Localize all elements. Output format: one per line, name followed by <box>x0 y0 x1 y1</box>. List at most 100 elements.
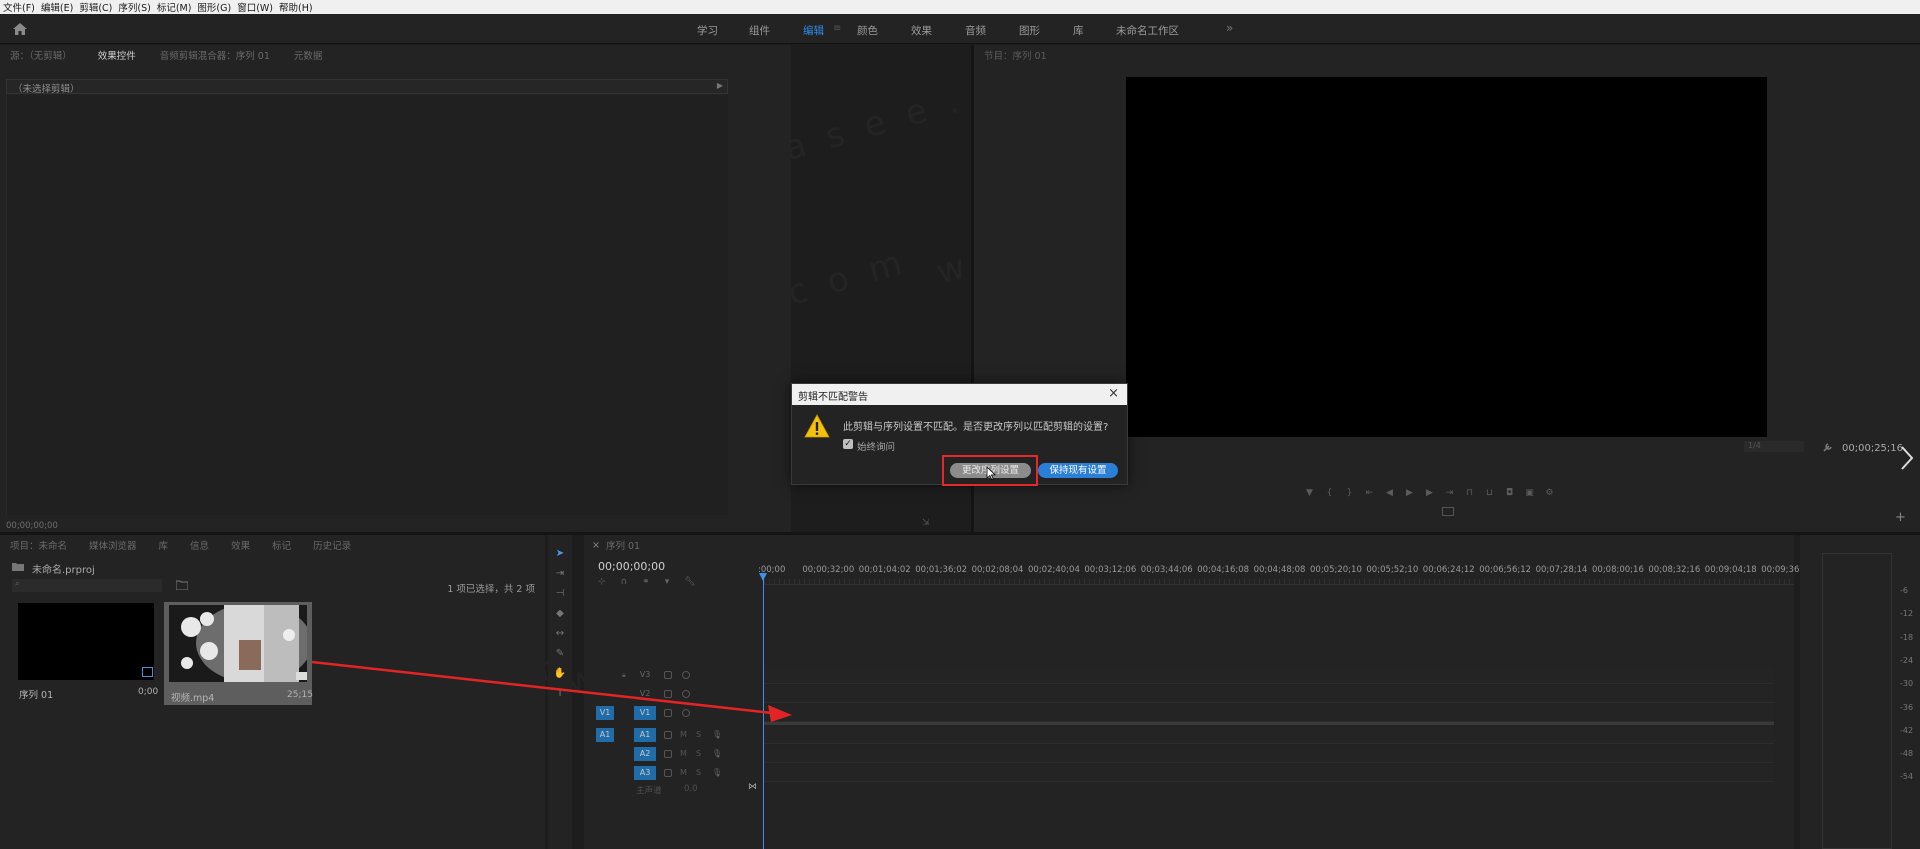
workspace-graphics[interactable]: 图形 <box>1019 23 1040 38</box>
tab-effect-controls[interactable]: 效果控件 <box>98 48 136 62</box>
snap-icon[interactable]: ∩ <box>621 577 628 587</box>
add-marker-icon[interactable]: ▼ <box>1304 488 1315 499</box>
ripple-edit-tool-icon[interactable]: ⊣ <box>553 587 567 601</box>
mute-button[interactable]: M <box>680 728 687 742</box>
workspace-untitled[interactable]: 未命名工作区 <box>1116 23 1179 38</box>
selection-tool-icon[interactable]: ➤ <box>553 547 567 561</box>
time-ruler[interactable]: :00;00 00;00;32;00 00;01;04;02 00;01;36;02 0… <box>758 565 1813 587</box>
add-marker-icon[interactable]: ▾ <box>665 577 670 587</box>
microphone-icon[interactable]: 🎙︎ <box>712 728 722 742</box>
mute-button[interactable]: M <box>680 747 687 761</box>
bin-icon[interactable] <box>176 580 188 590</box>
pen-tool-icon[interactable]: ✎ <box>553 647 567 661</box>
tab-sequence[interactable]: 序列 01 <box>606 538 640 552</box>
workspace-editing[interactable]: 编辑 <box>803 23 824 38</box>
sync-lock-icon[interactable] <box>664 671 672 679</box>
tab-audio-clip-mixer[interactable]: 音频剪辑混合器：序列 01 <box>160 48 270 62</box>
solo-button[interactable]: S <box>696 766 701 780</box>
settings-icon[interactable]: ⚙ <box>1544 488 1555 499</box>
step-back-icon[interactable]: ◀ <box>1384 488 1395 499</box>
lock-icon[interactable]: 🔒︎ <box>622 671 630 679</box>
go-to-end-icon[interactable]: ⋈ <box>748 782 757 792</box>
play-icon[interactable]: ▶ <box>717 81 723 90</box>
track-target-v1[interactable]: V1 <box>634 706 656 720</box>
track-v1[interactable]: V1 V1 <box>584 705 1794 723</box>
track-a1[interactable]: A1 A1 M S 🎙︎ <box>584 727 1794 745</box>
hamburger-icon[interactable]: ≡ <box>833 23 841 34</box>
workspace-libraries[interactable]: 库 <box>1073 23 1084 38</box>
track-lane[interactable] <box>764 746 1774 763</box>
mark-in-icon[interactable]: { <box>1324 488 1335 499</box>
timeline-timecode[interactable]: 00;00;00;00 <box>598 560 665 573</box>
microphone-icon[interactable]: 🎙︎ <box>712 766 722 780</box>
track-target-a1[interactable]: A1 <box>634 728 656 742</box>
chevron-right-icon[interactable] <box>1899 443 1915 473</box>
mute-button[interactable]: M <box>680 766 687 780</box>
lift-icon[interactable]: ⊓ <box>1464 488 1475 499</box>
track-lane[interactable] <box>764 765 1774 782</box>
menu-sequence[interactable]: 序列(S) <box>118 0 150 14</box>
menu-file[interactable]: 文件(F) <box>3 0 35 14</box>
eye-icon[interactable] <box>682 709 690 717</box>
microphone-icon[interactable]: 🎙︎ <box>712 747 722 761</box>
project-item-video[interactable]: 视频.mp4 25;15 <box>164 602 313 705</box>
tab-effects[interactable]: 效果 <box>231 538 250 552</box>
workspace-color[interactable]: 颜色 <box>857 23 878 38</box>
tab-libraries[interactable]: 库 <box>159 538 169 552</box>
menu-edit[interactable]: 编辑(E) <box>41 0 73 14</box>
sync-lock-icon[interactable] <box>664 769 672 777</box>
track-lane[interactable] <box>764 667 1774 684</box>
mark-out-icon[interactable]: } <box>1344 488 1355 499</box>
track-target-a2[interactable]: A2 <box>634 747 656 761</box>
workspace-assembly[interactable]: 组件 <box>749 23 770 38</box>
track-divider[interactable] <box>764 722 1774 725</box>
sync-lock-icon[interactable] <box>664 690 672 698</box>
track-lane[interactable] <box>764 727 1774 744</box>
filter-icon[interactable]: ⇲ <box>922 518 930 528</box>
play-icon[interactable]: ▶ <box>1404 488 1415 499</box>
eye-icon[interactable] <box>682 690 690 698</box>
extract-icon[interactable]: ⊔ <box>1484 488 1495 499</box>
tab-metadata[interactable]: 元数据 <box>294 48 323 62</box>
menu-marker[interactable]: 标记(M) <box>157 0 192 14</box>
slip-tool-icon[interactable]: ↔ <box>553 627 567 641</box>
keep-existing-settings-button[interactable]: 保持现有设置 <box>1038 463 1118 478</box>
tab-source[interactable]: 源：（无剪辑） <box>10 48 72 62</box>
nest-icon[interactable]: ⊹ <box>598 577 606 587</box>
track-lane[interactable] <box>764 686 1774 703</box>
project-search-input[interactable]: ⌕ <box>12 579 162 592</box>
source-patch-a1[interactable]: A1 <box>596 728 614 742</box>
tab-media-browser[interactable]: 媒体浏览器 <box>89 538 137 552</box>
always-ask-checkbox[interactable]: ✓ <box>843 439 853 449</box>
solo-button[interactable]: S <box>696 728 701 742</box>
home-icon[interactable] <box>12 22 28 36</box>
track-name[interactable]: V2 <box>634 687 656 701</box>
sync-lock-icon[interactable] <box>664 731 672 739</box>
track-select-tool-icon[interactable]: ⇥ <box>553 567 567 581</box>
sync-lock-icon[interactable] <box>664 709 672 717</box>
menu-clip[interactable]: 剪辑(C) <box>79 0 112 14</box>
linked-selection-icon[interactable]: ⚭ <box>642 577 650 587</box>
playhead[interactable] <box>763 575 764 849</box>
track-lane[interactable] <box>764 705 1774 722</box>
menu-window[interactable]: 窗口(W) <box>237 0 273 14</box>
razor-tool-icon[interactable]: ◆ <box>553 607 567 621</box>
more-workspaces-icon[interactable]: » <box>1226 21 1233 35</box>
hand-tool-icon[interactable]: ✋ <box>553 667 567 681</box>
track-target-a3[interactable]: A3 <box>634 766 656 780</box>
sync-lock-icon[interactable] <box>664 750 672 758</box>
tab-info[interactable]: 信息 <box>190 538 209 552</box>
wrench-icon[interactable]: 🔧︎ <box>684 577 695 587</box>
solo-button[interactable]: S <box>696 747 701 761</box>
workspace-effects[interactable]: 效果 <box>911 23 932 38</box>
go-to-out-icon[interactable]: ⇥ <box>1444 488 1455 499</box>
master-volume-value[interactable]: 0.0 <box>684 784 698 794</box>
source-timecode[interactable]: 00;00;00;00 <box>6 521 58 531</box>
workspace-audio[interactable]: 音频 <box>965 23 986 38</box>
always-ask-label[interactable]: 始终询问 <box>857 439 895 453</box>
camera-icon[interactable]: ◘ <box>1504 488 1515 499</box>
step-forward-icon[interactable]: ▶ <box>1424 488 1435 499</box>
video-thumbnail[interactable] <box>169 605 307 682</box>
plus-icon[interactable]: + <box>1895 510 1906 525</box>
type-tool-icon[interactable]: T <box>553 687 567 701</box>
